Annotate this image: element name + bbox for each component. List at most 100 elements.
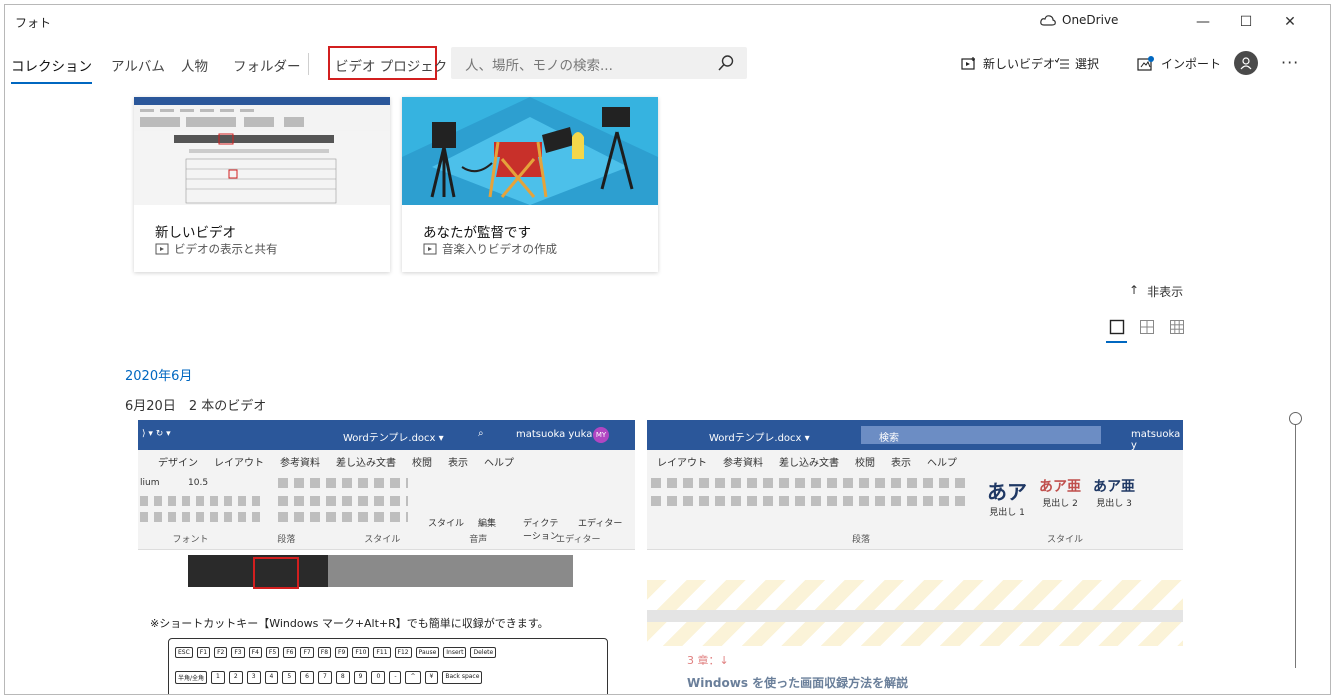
import-button[interactable]: インポート: [1137, 55, 1221, 72]
cloud-icon: [1040, 14, 1056, 26]
word-search-icon: ⌕: [478, 428, 484, 439]
menu2-view: 表示: [891, 457, 911, 469]
search-icon[interactable]: [717, 54, 735, 72]
month-header[interactable]: 2020年6月: [125, 365, 192, 384]
menu-view: 表示: [448, 457, 468, 469]
menu-references: 参考資料: [280, 457, 320, 469]
nav-bar: コレクション アルバム 人物 フォルダー ビデオ プロジェクト 人、場所、モノの…: [5, 41, 1330, 84]
view-selected-indicator: [1106, 341, 1127, 343]
quick-access-icons: ⟩ ▾ ↻ ▾: [142, 429, 171, 439]
maximize-button[interactable]: ☐: [1226, 9, 1266, 35]
style-3-sample: あア亜: [1093, 479, 1135, 495]
font-tools-2: [140, 512, 260, 522]
menu2-help: ヘルプ: [927, 457, 957, 469]
word-menu: デザイン レイアウト 参考資料 差し込み文書 校閲 表示 ヘルプ: [138, 450, 635, 472]
gray-band: [647, 610, 1183, 622]
tool-editor: エディター: [578, 519, 623, 529]
group-font: フォント: [172, 535, 209, 545]
import-icon: [1137, 56, 1154, 71]
stripe-band-2: [647, 622, 1183, 646]
tool-style: スタイル: [428, 519, 465, 529]
hide-toggle[interactable]: ↑ 非表示: [1129, 283, 1183, 300]
word-ribbon: lium 10.5 スタイル 編集 ディクテーション エディター フォント 段落…: [138, 472, 635, 550]
new-video-label: 新しいビデオ: [983, 57, 1056, 71]
select-label: 選択: [1075, 57, 1100, 71]
video-icon: [423, 243, 437, 255]
group-editor: エディター: [556, 535, 601, 545]
word-user-avatar: MY: [593, 427, 609, 443]
doc-title: Wordテンプレ.docx ▾: [343, 433, 444, 444]
video-thumbnail-2[interactable]: Wordテンプレ.docx ▾ 検索 matsuoka y レイアウト 参考資料…: [647, 420, 1183, 694]
tab-collection[interactable]: コレクション: [11, 55, 92, 84]
tab-video-projects[interactable]: ビデオ プロジェクト: [335, 55, 461, 75]
tool-edit: 編集: [478, 519, 497, 529]
director-thumbnail: [402, 97, 658, 205]
director-subtitle: 音楽入りビデオの作成: [423, 241, 557, 257]
style-1-label: 見出し 1: [989, 508, 1025, 518]
new-video-title: 新しいビデオ: [155, 225, 236, 241]
minimize-button[interactable]: —: [1183, 9, 1223, 35]
font-tools: [140, 496, 260, 506]
menu-mailings: 差し込み文書: [336, 457, 396, 469]
account-avatar[interactable]: [1234, 51, 1258, 75]
group-paragraph-2: 段落: [852, 535, 871, 545]
menu-design: デザイン: [158, 457, 198, 469]
menu2-review: 校閲: [855, 457, 875, 469]
new-video-icon: [961, 56, 975, 70]
group-voice: 音声: [469, 535, 488, 545]
director-title: あなたが監督です: [423, 225, 531, 241]
onedrive-label: OneDrive: [1062, 13, 1119, 27]
large-view-icon[interactable]: [1109, 319, 1125, 335]
search-input[interactable]: 人、場所、モノの検索...: [465, 54, 613, 74]
close-button[interactable]: ✕: [1270, 9, 1310, 35]
tab-albums[interactable]: アルバム: [111, 55, 165, 75]
arrow-up-icon: ↑: [1129, 283, 1140, 297]
stripe-band: [647, 580, 1183, 610]
group-style: スタイル: [364, 535, 401, 545]
menu-review: 校閲: [412, 457, 432, 469]
word-title-bar: ⟩ ▾ ↻ ▾ Wordテンプレ.docx ▾ ⌕ matsuoka yuka …: [138, 420, 635, 450]
paragraph-tools-2: [278, 496, 408, 506]
search-box[interactable]: 人、場所、モノの検索...: [451, 47, 747, 79]
doc-title-2: Wordテンプレ.docx ▾: [709, 433, 810, 444]
import-label: インポート: [1161, 57, 1222, 71]
nav-divider: [308, 53, 309, 75]
paragraph-tools: [278, 478, 408, 488]
keyboard-image: ESC F1 F2 F3 F4 F5 F6 F7 F8 F9 F10 F11 F…: [168, 638, 608, 694]
select-button[interactable]: 選択: [1055, 55, 1099, 72]
new-video-subtitle: ビデオの表示と共有: [155, 241, 278, 257]
medium-view-icon[interactable]: [1139, 319, 1155, 335]
day-group-header: 6月20日 2 本のビデオ: [125, 399, 267, 414]
style-1-sample: あア: [987, 480, 1027, 504]
word-user-2: matsuoka y: [1131, 429, 1181, 451]
shortcut-note: ※ショートカットキー【Windows マーク+Alt+R】でも簡単に収録ができま…: [150, 617, 549, 630]
more-options-button[interactable]: ···: [1281, 53, 1299, 72]
doc-screenshot-strip: [188, 555, 573, 589]
group-style-2: スタイル: [1047, 535, 1084, 545]
hide-label: 非表示: [1147, 285, 1184, 299]
new-video-button[interactable]: 新しいビデオ: [961, 55, 1055, 72]
tab-folders[interactable]: フォルダー: [233, 55, 301, 75]
video-thumbnail-1[interactable]: ⟩ ▾ ↻ ▾ Wordテンプレ.docx ▾ ⌕ matsuoka yuka …: [138, 420, 635, 694]
chapter-heading: 3 章：↓: [687, 654, 729, 667]
timeline-scrollbar[interactable]: [1295, 423, 1296, 668]
new-video-card[interactable]: 新しいビデオ ビデオの表示と共有: [134, 97, 390, 272]
menu-help: ヘルプ: [484, 457, 514, 469]
timeline-scroll-knob[interactable]: [1289, 412, 1302, 425]
section-title: Windows を使った画面収録方法を解説: [687, 676, 909, 690]
word-search-box: 検索: [861, 426, 1101, 444]
menu-layout: レイアウト: [214, 457, 264, 469]
word-ribbon-2: あア 見出し 1 あア亜 見出し 2 あア亜 見出し 3 段落 スタイル: [647, 472, 1183, 550]
paragraph-tools-3: [278, 512, 408, 522]
font-size: 10.5: [188, 478, 209, 488]
video-icon: [155, 243, 169, 255]
director-card[interactable]: あなたが監督です 音楽入りビデオの作成: [402, 97, 658, 272]
tab-people[interactable]: 人物: [181, 55, 208, 75]
onedrive-status[interactable]: OneDrive: [1040, 13, 1118, 27]
title-bar: フォト OneDrive — ☐ ✕: [5, 5, 1330, 39]
small-view-icon[interactable]: [1169, 319, 1185, 335]
style-2-sample: あア亜: [1039, 479, 1081, 495]
word-menu-2: レイアウト 参考資料 差し込み文書 校閲 表示 ヘルプ: [647, 450, 1183, 472]
font-name: lium: [140, 478, 160, 488]
group-paragraph: 段落: [277, 535, 296, 545]
